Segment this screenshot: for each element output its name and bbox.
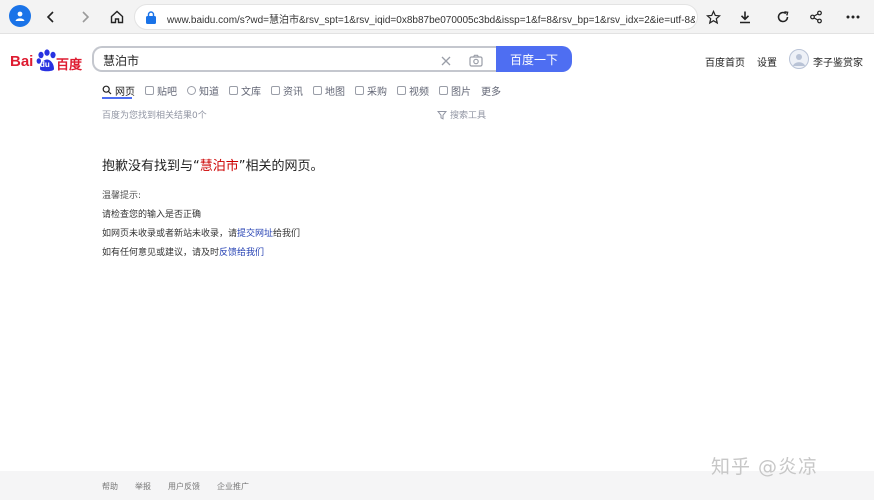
address-bar[interactable]: www.baidu.com/s?wd=慧泊市&rsv_spt=1&rsv_iqi… xyxy=(134,4,698,30)
url-text: www.baidu.com/s?wd=慧泊市&rsv_spt=1&rsv_iqi… xyxy=(167,15,695,26)
image-icon xyxy=(439,85,448,95)
tip-submit-url: 如网页未收录或者新站未收录，请提交网址给我们 xyxy=(102,226,300,239)
submit-url-link[interactable]: 提交网址 xyxy=(237,229,273,239)
tip-check-input: 请检查您的输入是否正确 xyxy=(102,210,202,220)
tab-label: 更多 xyxy=(481,86,501,98)
tab-more[interactable]: 更多 xyxy=(481,82,501,98)
footer-promotion-link[interactable]: 企业推广 xyxy=(217,481,249,492)
back-icon[interactable] xyxy=(38,4,64,30)
logo-cn-text: 百度 xyxy=(56,57,83,72)
tab-label: 知道 xyxy=(199,86,219,98)
purchase-icon xyxy=(355,85,364,95)
tieba-icon xyxy=(145,85,154,95)
tab-wenku[interactable]: 文库 xyxy=(229,82,261,98)
refresh-icon[interactable] xyxy=(770,4,796,30)
tab-tieba[interactable]: 贴吧 xyxy=(145,82,177,98)
headline-suffix: ”相关的网页。 xyxy=(238,159,324,174)
footer-report-link[interactable]: 举报 xyxy=(135,481,151,492)
settings-link[interactable]: 设置 xyxy=(757,54,777,69)
share-icon[interactable] xyxy=(803,4,829,30)
search-tools-label: 搜索工具 xyxy=(450,111,487,121)
profile-icon[interactable] xyxy=(9,5,31,27)
tab-label: 采购 xyxy=(367,86,387,98)
tab-news[interactable]: 资讯 xyxy=(271,82,303,98)
username[interactable]: 李子鉴赏家 xyxy=(813,54,863,69)
news-icon xyxy=(271,85,280,95)
search-button[interactable]: 百度一下 xyxy=(496,46,572,72)
tab-video[interactable]: 视频 xyxy=(397,82,429,98)
tab-label: 文库 xyxy=(241,86,261,98)
headline-prefix: 抱歉没有找到与“ xyxy=(102,159,200,174)
no-result-headline: 抱歉没有找到与“慧泊市”相关的网页。 xyxy=(102,155,324,174)
feedback-link[interactable]: 反馈给我们 xyxy=(219,248,264,258)
search-input[interactable]: 慧泊市 xyxy=(92,46,496,72)
tab-label: 图片 xyxy=(451,86,471,98)
headline-keyword: 慧泊市 xyxy=(199,159,239,174)
tab-label: 资讯 xyxy=(283,86,303,98)
search-tools-button[interactable]: 搜索工具 xyxy=(437,108,486,121)
tip-text: 如网页未收录或者新站未收录，请 xyxy=(102,229,238,239)
logo-paw-text: du xyxy=(40,60,50,69)
search-value: 慧泊市 xyxy=(103,54,140,68)
zhidao-icon xyxy=(187,85,196,95)
download-icon[interactable] xyxy=(732,4,758,30)
tab-map[interactable]: 地图 xyxy=(313,82,345,98)
wenku-icon xyxy=(229,85,238,95)
home-icon[interactable] xyxy=(104,4,130,30)
forward-icon[interactable] xyxy=(72,4,98,30)
more-icon[interactable] xyxy=(838,4,868,30)
result-count: 百度为您找到相关结果0个 xyxy=(102,111,207,121)
tip-text: 给我们 xyxy=(273,229,301,239)
video-icon xyxy=(397,85,406,95)
filter-icon xyxy=(437,110,447,120)
star-icon[interactable] xyxy=(700,4,726,30)
baidu-logo[interactable]: Bai du 百度 xyxy=(10,49,82,73)
watermark: 知乎 @炎凉 xyxy=(711,456,819,478)
logo-latin-text: Bai xyxy=(10,53,34,70)
camera-icon[interactable] xyxy=(469,52,483,71)
map-icon xyxy=(313,85,322,95)
tab-label: 贴吧 xyxy=(157,86,177,98)
tab-label: 地图 xyxy=(325,86,345,98)
home-link[interactable]: 百度首页 xyxy=(705,54,745,69)
search-tabs: 网页 贴吧 知道 文库 资讯 地图 采购 视频 图片 更多 xyxy=(102,82,511,98)
tab-zhidao[interactable]: 知道 xyxy=(187,82,219,98)
tip-feedback: 如有任何意见或建议，请及时反馈给我们 xyxy=(102,245,264,258)
tip-text: 如有任何意见或建议，请及时 xyxy=(102,248,220,258)
clear-icon[interactable] xyxy=(440,52,452,71)
browser-toolbar: www.baidu.com/s?wd=慧泊市&rsv_spt=1&rsv_iqi… xyxy=(0,0,874,34)
tab-label: 视频 xyxy=(409,86,429,98)
tab-image[interactable]: 图片 xyxy=(439,82,471,98)
footer-feedback-link[interactable]: 用户反馈 xyxy=(168,481,200,492)
tab-label: 网页 xyxy=(115,86,135,98)
avatar[interactable] xyxy=(789,49,809,69)
active-tab-indicator xyxy=(102,97,132,99)
search-icon xyxy=(102,85,112,95)
tab-purchase[interactable]: 采购 xyxy=(355,82,387,98)
tab-web[interactable]: 网页 xyxy=(102,82,135,98)
secure-icon[interactable] xyxy=(145,10,157,29)
footer-help-link[interactable]: 帮助 xyxy=(102,481,118,492)
tips-title: 温馨提示: xyxy=(102,191,142,201)
